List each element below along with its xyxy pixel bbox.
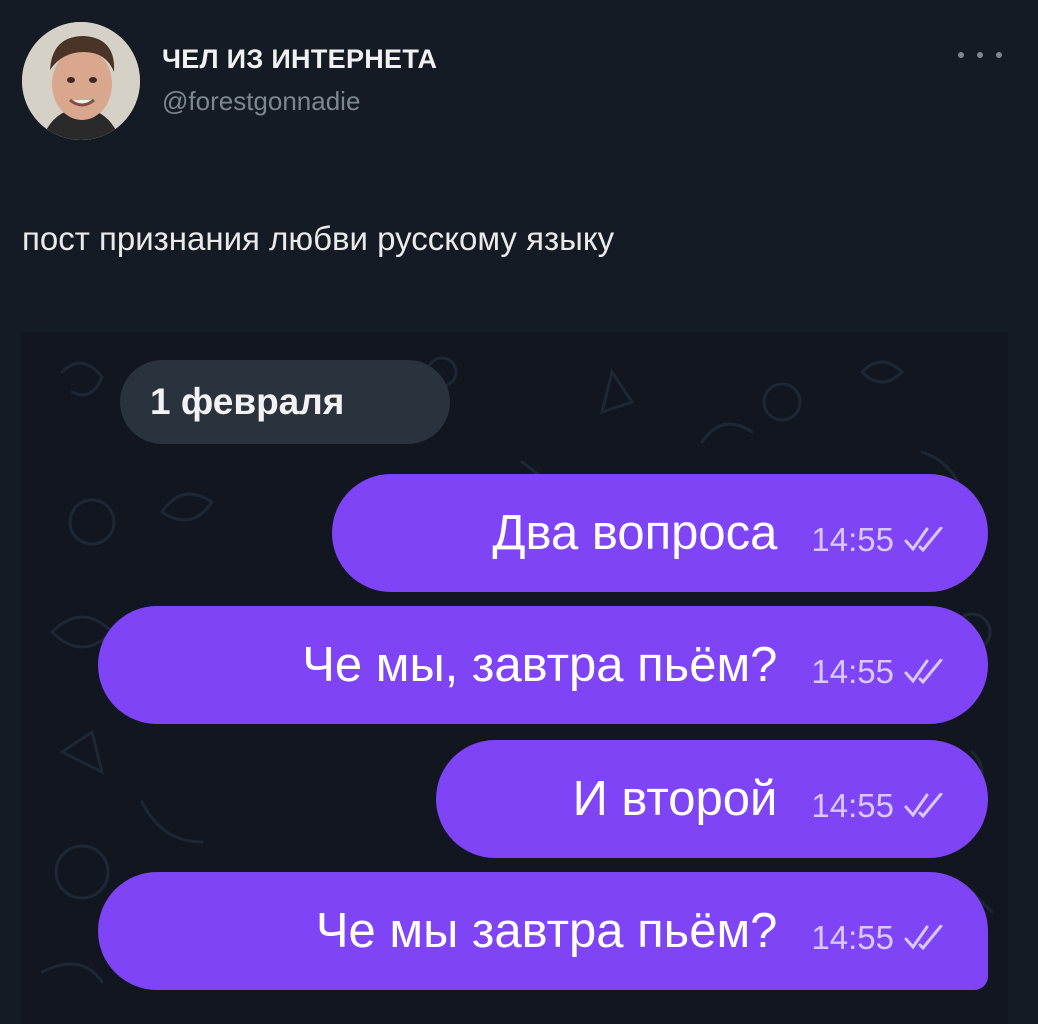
message-text: И второй <box>572 772 778 826</box>
user-handle[interactable]: @forestgonnadie <box>162 86 360 117</box>
double-check-icon <box>904 527 943 553</box>
message-text: Два вопроса <box>492 506 778 560</box>
message-time: 14:55 <box>811 653 894 690</box>
message-text: Че мы, завтра пьём? <box>302 638 778 692</box>
message-bubble[interactable]: Два вопроса 14:55 <box>332 474 988 592</box>
more-horizontal-icon-dot <box>977 52 983 58</box>
message-time: 14:55 <box>811 919 894 956</box>
more-horizontal-icon <box>958 52 964 58</box>
user-photo-avatar-icon <box>22 22 140 140</box>
more-horizontal-icon-dot <box>996 52 1002 58</box>
message-time: 14:55 <box>811 521 894 558</box>
double-check-icon <box>904 659 943 685</box>
message-time: 14:55 <box>811 787 894 824</box>
message-bubble[interactable]: Че мы завтра пьём? 14:55 <box>98 872 988 990</box>
date-label: 1 февраля <box>150 381 345 422</box>
double-check-icon <box>904 925 943 951</box>
more-options-button[interactable] <box>958 40 1002 70</box>
message-bubble[interactable]: Че мы, завтра пьём? 14:55 <box>98 606 988 724</box>
double-check-icon <box>904 793 943 819</box>
tweet-header: ЧЕЛ ИЗ ИНТЕРНЕТА @forestgonnadie <box>0 0 1038 200</box>
tweet-text: пост признания любви русскому языку <box>22 220 615 257</box>
avatar[interactable] <box>22 22 140 140</box>
date-separator: 1 февраля <box>120 360 450 444</box>
message-bubble[interactable]: И второй 14:55 <box>436 740 988 858</box>
message-text: Че мы завтра пьём? <box>315 904 778 958</box>
display-name[interactable]: ЧЕЛ ИЗ ИНТЕРНЕТА <box>162 44 437 75</box>
chat-screenshot-image[interactable]: 1 февраля Два вопроса 14:55 Че мы, завтр… <box>22 332 1008 1024</box>
